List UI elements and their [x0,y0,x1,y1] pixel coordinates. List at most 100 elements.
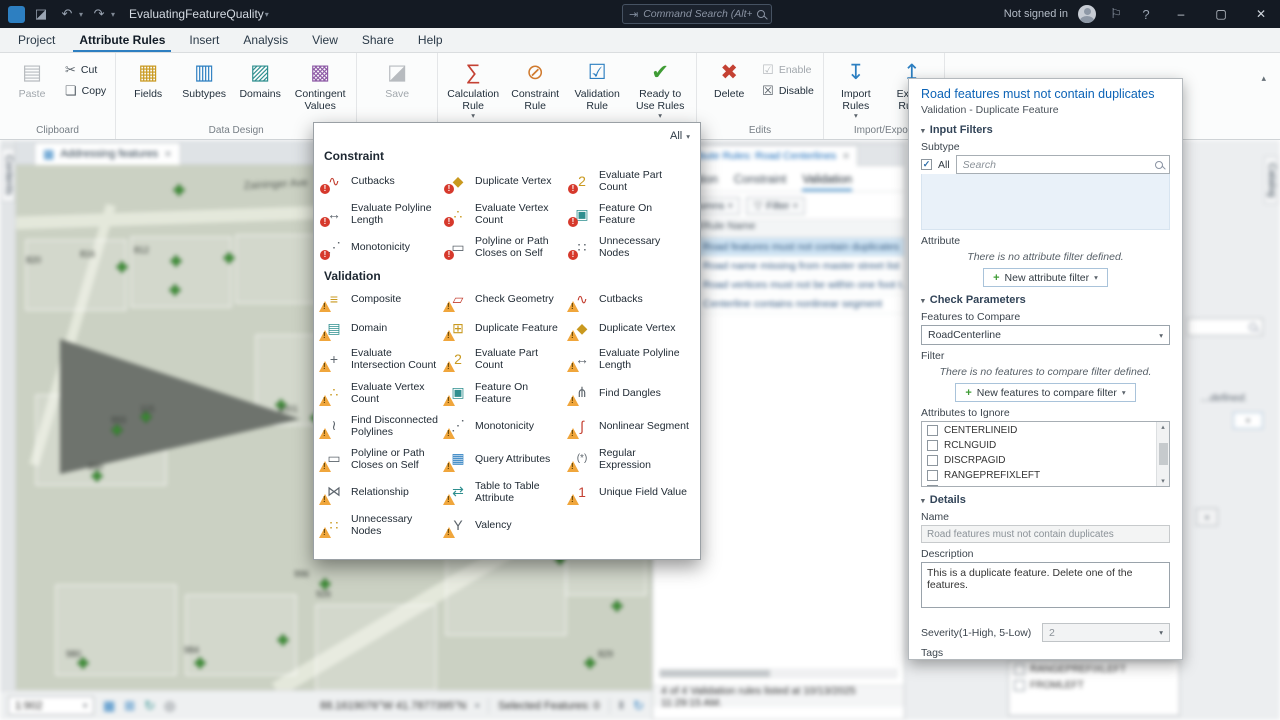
delete-rule-button[interactable]: ✖ Delete [702,55,756,100]
gallery-item-monotonicity[interactable]: ⋰ Monotonicity [320,235,442,261]
snap-tool-icon[interactable]: ◎ [164,698,175,714]
undo-icon[interactable]: ↶ [57,4,77,24]
command-search[interactable]: ⇥ [622,4,772,24]
command-search-input[interactable] [643,8,752,20]
calculation-rule-button[interactable]: ∑ Calculation Rule ▾ [443,55,503,121]
close-icon[interactable]: ✕ [164,149,172,160]
paste-button[interactable]: ▤ Paste [5,55,59,100]
description-field[interactable]: This is a duplicate feature. Delete one … [921,562,1170,608]
map-coordinates[interactable]: 88.1619076°W 41.7877395°N [320,700,466,712]
section-input-filters[interactable]: ▾ Input Filters [921,124,1170,136]
ignore-field-row[interactable]: CENTERLINEID [922,423,1156,438]
field-checkbox[interactable] [927,470,938,481]
ignore-field-row[interactable]: RCLNGUID [922,438,1156,453]
contingent-values-button[interactable]: ▩ Contingent Values [289,55,351,112]
gallery-item-find-dangles[interactable]: ⋔ Find Dangles [567,381,690,406]
ignore-field-row[interactable]: FROMLEFT [922,483,1156,486]
collapse-ribbon-icon[interactable]: ▴ [1261,73,1266,84]
constraint-rule-button[interactable]: ⊘ Constraint Rule [505,55,565,112]
gallery-item-nonlinear-segment[interactable]: ∫ Nonlinear Segment [567,414,690,439]
gallery-item-query-attributes[interactable]: ▦ Query Attributes [443,447,566,472]
features-to-compare-select[interactable]: RoadCenterline ▾ [921,325,1170,345]
gallery-item-unnecessary-nodes-validation[interactable]: ∷ Unnecessary Nodes [319,513,442,539]
refresh-map-icon[interactable]: ↻ [633,698,644,714]
gallery-item-evaluate-polyline-length-validation[interactable]: ↔ Evaluate Polyline Length [567,347,690,373]
close-button[interactable]: ✕ [1246,0,1276,28]
field-checkbox[interactable] [927,440,938,451]
notifications-icon[interactable]: ⚐ [1106,4,1126,24]
gallery-filter-dropdown[interactable]: All ▾ [324,128,690,144]
field-checkbox[interactable] [927,455,938,466]
map-view-tab[interactable]: ▦ Addressing features ✕ [34,142,181,165]
tab-analysis[interactable]: Analysis [231,28,300,52]
filter-button[interactable]: ▽ Filter ▾ [746,196,806,215]
field-checkbox[interactable] [1014,663,1025,675]
import-rules-button[interactable]: ↧ Import Rules ▾ [829,55,883,121]
gallery-item-evaluate-intersection-count[interactable]: + Evaluate Intersection Count [319,347,442,373]
new-features-filter-button[interactable]: + New features to compare filter ▾ [955,383,1136,402]
gallery-item-cutbacks[interactable]: ∿ Cutbacks [320,169,442,195]
tab-share[interactable]: Share [350,28,406,52]
gallery-item-domain[interactable]: ▤ Domain [319,318,442,342]
chevron-down-icon[interactable]: ▾ [475,701,479,710]
background-search-box[interactable] [1187,318,1263,336]
field-checkbox[interactable] [1014,679,1025,691]
gallery-item-relationship[interactable]: ⋈ Relationship [319,480,442,505]
gallery-item-evaluate-vertex-count-validation[interactable]: ∴ Evaluate Vertex Count [319,381,442,406]
undo-chevron-icon[interactable]: ▾ [79,10,83,19]
ignore-field-row[interactable]: DISCRPAGID [922,453,1156,468]
redo-icon[interactable]: ↷ [89,4,109,24]
tab-project[interactable]: Project [6,28,67,52]
section-details[interactable]: ▾ Details [921,494,1170,506]
gallery-item-cutbacks-validation[interactable]: ∿ Cutbacks [567,289,690,313]
gallery-item-duplicate-vertex-validation[interactable]: ◆ Duplicate Vertex [567,318,690,342]
map-scale-select[interactable]: 1:902 ▾ [8,696,94,715]
horizontal-scrollbar[interactable] [659,669,897,678]
gallery-item-composite[interactable]: ≡ Composite [319,289,442,313]
tab-attribute-rules[interactable]: Attribute Rules [67,28,177,52]
section-check-parameters[interactable]: ▾ Check Parameters [921,294,1170,306]
redo-chevron-icon[interactable]: ▾ [111,10,115,19]
tab-insert[interactable]: Insert [177,28,231,52]
catalog-pane-tab[interactable]: Catalog [1264,156,1278,205]
gallery-item-monotonicity-validation[interactable]: ⋰ Monotonicity [443,414,566,439]
contents-pane-tab[interactable]: Contents [1,148,15,203]
copy-button[interactable]: ❏ Copy [61,82,110,100]
minimize-button[interactable]: – [1166,0,1196,28]
refresh-tool-icon[interactable]: ↻ [144,698,155,714]
grid-tool-icon[interactable]: ⊞ [124,698,135,714]
cut-button[interactable]: ✂ Cut [61,61,110,79]
sign-in-status[interactable]: Not signed in [1004,8,1068,20]
disable-button[interactable]: ☒ Disable [758,82,818,100]
gallery-item-unnecessary-nodes[interactable]: ∷ Unnecessary Nodes [568,235,690,261]
new-attribute-filter-button[interactable]: + New attribute filter ▾ [983,268,1108,287]
subtype-search-input[interactable] [962,158,1150,171]
gallery-item-duplicate-vertex[interactable]: ◆ Duplicate Vertex [444,169,566,195]
gallery-item-polyline-closes-on-self[interactable]: ▭ Polyline or Path Closes on Self [444,235,566,261]
save-project-icon[interactable]: ◪ [31,4,51,24]
gallery-item-table-to-table-attribute[interactable]: ⇄ Table to Table Attribute [443,480,566,505]
field-checkbox[interactable] [927,485,938,486]
tab-help[interactable]: Help [406,28,455,52]
close-icon[interactable]: ✕ [842,151,850,162]
ignore-field-row[interactable]: RANGEPREFIXLEFT [922,468,1156,483]
subtype-all-checkbox[interactable] [921,159,932,170]
domains-button[interactable]: ▨ Domains [233,55,287,100]
gallery-item-check-geometry[interactable]: ▱ Check Geometry [443,289,566,313]
gallery-item-duplicate-feature[interactable]: ⊞ Duplicate Feature [443,318,566,342]
gallery-item-regular-expression[interactable]: (*) Regular Expression [567,447,690,472]
background-dropdown[interactable]: ▾ [1233,412,1263,429]
subtype-search[interactable] [955,155,1170,174]
field-checkbox[interactable] [927,425,938,436]
gallery-item-valency[interactable]: Y Valency [443,513,566,539]
account-avatar[interactable] [1078,5,1096,23]
vertical-scrollbar[interactable]: ▴ ▾ [1156,422,1169,486]
gallery-item-feature-on-feature[interactable]: ▣ Feature On Feature [568,202,690,228]
gallery-item-unique-field-value[interactable]: 1 Unique Field Value [567,480,690,505]
subtype-list-area[interactable] [921,174,1170,230]
scroll-up-icon[interactable]: ▴ [1161,423,1165,431]
help-icon[interactable]: ? [1136,4,1156,24]
field-row[interactable]: RANGEPREFIXLEFT [1009,661,1179,677]
ready-to-use-rules-button[interactable]: ✔ Ready to Use Rules ▾ [629,55,691,121]
gallery-item-polyline-closes-on-self-validation[interactable]: ▭ Polyline or Path Closes on Self [319,447,442,472]
